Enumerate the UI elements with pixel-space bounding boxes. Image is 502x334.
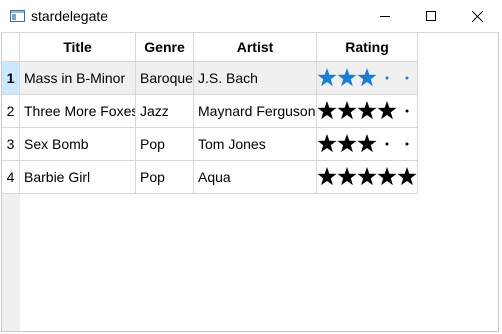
close-button[interactable]	[454, 0, 500, 32]
cell-rating[interactable]	[317, 62, 418, 95]
star-icon	[377, 101, 397, 120]
table-viewport: Title Genre Artist Rating Mass in B-Minor Bar…	[20, 33, 498, 331]
star-icon[interactable]	[337, 68, 357, 87]
star-icon	[337, 134, 357, 153]
cell-rating[interactable]	[317, 128, 418, 161]
star-rating	[317, 134, 409, 153]
column-header-rating[interactable]: Rating	[317, 33, 418, 62]
star-icon	[397, 167, 417, 186]
cell-rating[interactable]	[317, 161, 418, 194]
cell-genre[interactable]: Jazz	[136, 95, 194, 128]
empty-star-dot-icon	[405, 142, 409, 146]
cell-artist[interactable]: J.S. Bach	[194, 62, 317, 95]
star-icon	[357, 167, 377, 186]
row-header[interactable]: 4	[2, 161, 20, 194]
star-rating	[317, 167, 417, 186]
cell-rating[interactable]	[317, 95, 418, 128]
row-header[interactable]: 2	[2, 95, 20, 128]
cell-genre[interactable]: Pop	[136, 128, 194, 161]
minimize-icon	[380, 16, 390, 17]
star-icon	[317, 134, 337, 153]
maximize-icon	[426, 11, 436, 21]
star-icon	[357, 134, 377, 153]
star-icon	[337, 167, 357, 186]
cell-artist[interactable]: Tom Jones	[194, 128, 317, 161]
table-corner-button[interactable]	[2, 33, 20, 62]
app-window: stardelegate Title Genre Artist Rating Mass …	[0, 0, 502, 334]
cell-artist[interactable]: Maynard Ferguson	[194, 95, 317, 128]
empty-star-dot-icon	[405, 109, 409, 113]
cell-title[interactable]: Sex Bomb	[20, 128, 136, 161]
star-icon[interactable]	[317, 68, 337, 87]
star-icon	[317, 167, 337, 186]
title-bar: stardelegate	[0, 0, 502, 32]
minimize-button[interactable]	[362, 0, 408, 32]
star-rating	[317, 101, 409, 120]
cell-title[interactable]: Barbie Girl	[20, 161, 136, 194]
empty-star-dot-icon[interactable]	[405, 76, 409, 80]
cell-title[interactable]: Mass in B-Minor	[20, 62, 136, 95]
star-icon[interactable]	[357, 68, 377, 87]
cell-title[interactable]: Three More Foxes	[20, 95, 136, 128]
column-header-title[interactable]: Title	[20, 33, 136, 62]
cell-genre[interactable]: Baroque	[136, 62, 194, 95]
maximize-button[interactable]	[408, 0, 454, 32]
window-title: stardelegate	[31, 8, 109, 24]
app-window-icon	[10, 10, 25, 22]
cell-genre[interactable]: Pop	[136, 161, 194, 194]
star-rating[interactable]	[317, 62, 418, 95]
cell-artist[interactable]: Aqua	[194, 161, 317, 194]
star-icon	[317, 101, 337, 120]
column-header-artist[interactable]: Artist	[194, 33, 317, 62]
table-view[interactable]: Title Genre Artist Rating Mass in B-Minor Bar…	[1, 32, 499, 332]
star-icon	[337, 101, 357, 120]
empty-star-dot-icon[interactable]	[385, 76, 389, 80]
star-icon	[357, 101, 377, 120]
column-header-genre[interactable]: Genre	[136, 33, 194, 62]
row-header[interactable]: 3	[2, 128, 20, 161]
close-icon	[471, 10, 483, 22]
star-icon	[377, 167, 397, 186]
empty-star-dot-icon	[385, 142, 389, 146]
row-header[interactable]: 1	[2, 62, 20, 95]
